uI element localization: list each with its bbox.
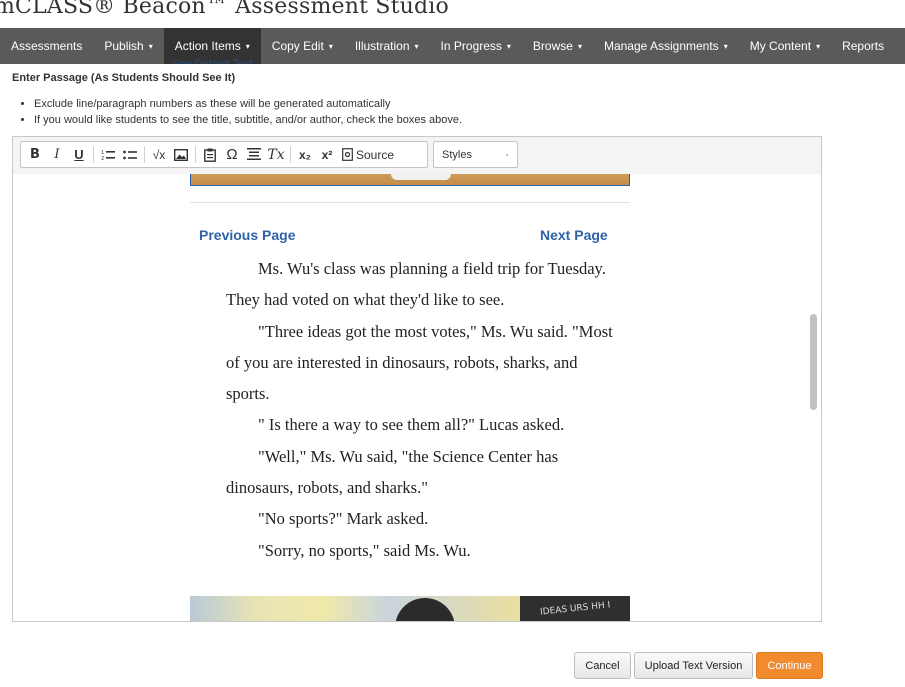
superscript-button[interactable]: x² [316,144,338,165]
source-button[interactable]: Source [338,144,398,165]
toolbar-separator [195,146,196,163]
passage-editor: B I U 12 √x Ω Tx x₂ x² Source Styles · P… [12,136,822,622]
nav-label: Publish [104,39,144,53]
toolbar-separator [144,146,145,163]
toolbar-button-group: B I U 12 √x Ω Tx x₂ x² Source [20,141,428,168]
nav-copy-edit[interactable]: Copy Edit ▾ [261,28,344,64]
bulleted-list-icon[interactable] [119,144,141,165]
divider [190,202,630,203]
nav-label: Copy Edit [271,39,324,53]
nav-publish[interactable]: Publish ▾ [93,28,163,64]
toolbar-separator [290,146,291,163]
passage-paragraph: " Is there a way to see them all?" Lucas… [258,415,565,435]
block-format-icon[interactable] [243,144,265,165]
chevron-down-icon: ▾ [328,41,333,51]
italic-button[interactable]: I [46,144,68,165]
nav-label: Illustration [354,39,410,53]
dropdown-menu-item-partial[interactable]: See Default Text [172,56,253,64]
nav-label: Browse [532,39,573,53]
passage-illustration-bottom: IDEAS URS HH I [190,596,630,621]
paste-icon[interactable] [199,144,221,165]
styles-label: Styles [442,148,472,161]
chevron-down-icon: ▾ [723,41,728,51]
chevron-down-icon: ▾ [245,41,250,51]
styles-dropdown[interactable]: Styles · [433,141,518,168]
image-icon[interactable] [170,144,192,165]
illustration-detail [391,174,451,180]
source-icon [342,148,353,161]
nav-label: Manage Assignments [603,39,719,53]
app-title: mCLASS® Beacon™ Assessment Studio [0,0,449,19]
chalkboard-image: IDEAS URS HH I [520,596,630,621]
nav-reports[interactable]: Reports [831,28,895,64]
cancel-button[interactable]: Cancel [574,652,631,679]
nav-label: In Progress [440,39,502,53]
main-navbar: Assessments Publish ▾ Action Items ▾ Copy … [0,28,905,64]
chevron-down-icon: ▾ [577,41,582,51]
passage-paragraph: "No sports?" Mark asked. [258,509,429,529]
chevron-down-icon: ▾ [148,41,153,51]
editor-content-area[interactable]: Previous Page Next Page Ms. Wu's class w… [13,174,821,621]
chevron-down-icon: ▾ [506,41,511,51]
nav-my-content[interactable]: My Content ▾ [739,28,831,64]
nav-manage-assignments[interactable]: Manage Assignments ▾ [593,28,739,64]
underline-button[interactable]: U [68,144,90,165]
upload-text-version-button[interactable]: Upload Text Version [634,652,753,679]
nav-label: Assessments [11,39,83,53]
math-formula-button[interactable]: √x [148,144,170,165]
chalkboard-text: IDEAS URS HH I [539,600,611,618]
chevron-down-icon: ▾ [414,41,419,51]
editor-toolbar: B I U 12 √x Ω Tx x₂ x² Source Styles · [13,137,821,175]
nav-in-progress[interactable]: In Progress ▾ [430,28,522,64]
next-page-link[interactable]: Next Page [540,227,608,243]
passage-paragraph: "Three ideas got the most votes," Ms. Wu… [226,321,613,404]
nav-label: My Content [749,39,812,53]
nav-label: Reports [842,39,885,53]
chevron-down-icon: ▾ [816,41,821,51]
passage-illustration-top [190,174,630,186]
teacher-figure [395,598,455,621]
nav-assessments[interactable]: Assessments [0,28,93,64]
toolbar-separator [93,146,94,163]
instructions-list: Exclude line/paragraph numbers as these … [20,96,462,128]
bold-button[interactable]: B [24,144,46,165]
nav-illustration[interactable]: Illustration ▾ [344,28,430,64]
source-label: Source [356,147,395,162]
editor-scrollbar[interactable] [810,314,817,410]
special-character-button[interactable]: Ω [221,144,243,165]
passage-text[interactable]: Ms. Wu's class was planning a field trip… [226,253,616,566]
nav-browse[interactable]: Browse ▾ [522,28,593,64]
previous-page-link[interactable]: Previous Page [199,227,296,243]
classroom-image [190,596,520,621]
passage-paragraph: "Sorry, no sports," said Ms. Wu. [258,540,471,560]
passage-paragraph: "Well," Ms. Wu said, "the Science Center… [226,446,559,498]
svg-text:2: 2 [101,156,104,161]
continue-button[interactable]: Continue [756,652,823,679]
passage-paragraph: Ms. Wu's class was planning a field trip… [226,259,606,310]
subscript-button[interactable]: x₂ [294,144,316,165]
remove-format-button[interactable]: Tx [265,144,287,165]
nav-label: Action Items [174,39,241,53]
instruction-item: If you would like students to see the ti… [34,112,462,128]
chevron-down-icon: · [505,148,509,161]
numbered-list-icon[interactable]: 12 [97,144,119,165]
instruction-item: Exclude line/paragraph numbers as these … [34,96,462,112]
section-title: Enter Passage (As Students Should See It… [12,72,236,84]
